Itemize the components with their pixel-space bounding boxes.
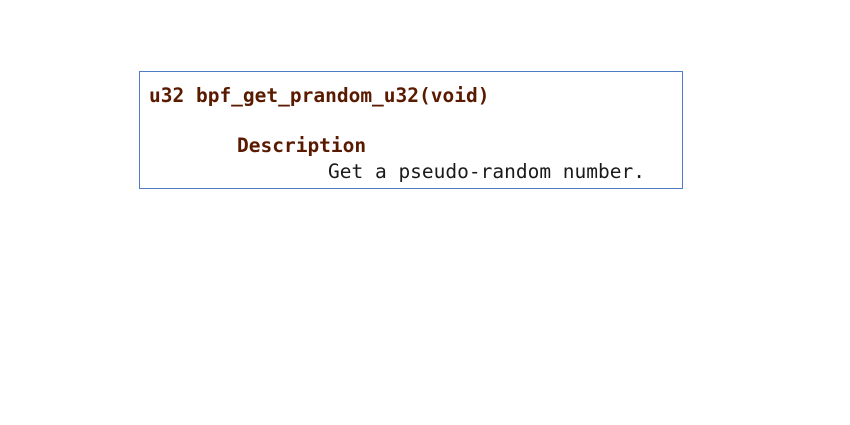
- description-heading: Description: [237, 134, 367, 157]
- page: u32 bpf_get_prandom_u32(void) Descriptio…: [0, 0, 850, 425]
- function-signature: u32 bpf_get_prandom_u32(void): [149, 84, 490, 107]
- man-page-excerpt: u32 bpf_get_prandom_u32(void) Descriptio…: [139, 71, 683, 189]
- description-text: Get a pseudo-random number.: [328, 160, 645, 183]
